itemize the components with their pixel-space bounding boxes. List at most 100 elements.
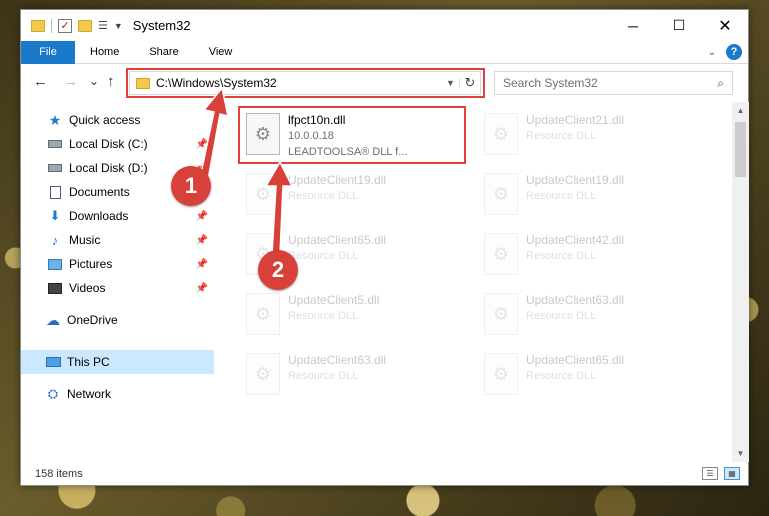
quick-access-toolbar: ✓ ☰ ▼ <box>21 18 123 33</box>
up-button[interactable]: ↑ <box>107 73 115 90</box>
sidebar-item-network[interactable]: ⛭ Network <box>21 382 214 406</box>
tab-share[interactable]: Share <box>134 41 193 64</box>
file-tile[interactable]: ⚙ UpdateClient19.dll Resource DLL <box>474 166 704 222</box>
file-name: UpdateClient19.dll <box>288 173 387 187</box>
status-bar: 158 items ☰ ▦ <box>21 462 748 486</box>
file-name: UpdateClient5.dll <box>288 293 380 307</box>
window-controls: ─ ☐ ✕ <box>610 10 748 41</box>
tiles-view-icon[interactable]: ▦ <box>724 467 740 480</box>
sidebar-item-pictures[interactable]: Pictures 📌 <box>21 252 214 276</box>
dll-gear-icon: ⚙ <box>246 293 280 335</box>
file-description: Resource DLL <box>288 370 359 382</box>
dll-gear-icon: ⚙ <box>484 353 518 395</box>
forward-button[interactable]: → <box>63 73 78 90</box>
customize-toolbar-arrow-icon[interactable]: ▼ <box>114 21 123 31</box>
refresh-icon[interactable]: ↻ <box>460 75 480 91</box>
new-folder-icon[interactable] <box>78 19 92 32</box>
onedrive-icon: ☁ <box>46 311 60 328</box>
sidebar-item-label: This PC <box>67 355 110 369</box>
sidebar-item-onedrive[interactable]: ☁ OneDrive <box>21 308 214 332</box>
file-tile[interactable]: ⚙ UpdateClient19.dll Resource DLL <box>236 166 466 222</box>
file-tile[interactable]: ⚙ UpdateClient42.dll Resource DLL <box>474 226 704 282</box>
documents-icon <box>47 185 63 199</box>
sidebar-item-downloads[interactable]: ⬇ Downloads 📌 <box>21 204 214 228</box>
sidebar-item-videos[interactable]: Videos 📌 <box>21 276 214 300</box>
window-title: System32 <box>132 18 191 33</box>
tab-home[interactable]: Home <box>75 41 134 64</box>
dll-gear-icon: ⚙ <box>484 293 518 335</box>
file-name: UpdateClient21.dll <box>526 113 625 127</box>
title-bar: ✓ ☰ ▼ System32 ─ ☐ ✕ <box>21 10 748 41</box>
file-tile[interactable]: ⚙ UpdateClient63.dll Resource DLL <box>474 286 704 342</box>
scroll-thumb[interactable] <box>735 122 746 177</box>
file-name: UpdateClient65.dll <box>288 233 387 247</box>
file-description: Resource DLL <box>288 190 359 202</box>
ribbon-tabs: File Home Share View ⌄ ? <box>21 40 748 64</box>
file-description: Resource DLL <box>526 370 597 382</box>
file-description: LEADTOOLSA® DLL f... <box>288 146 408 158</box>
address-bar[interactable]: C:\Windows\System32 ▼ ↻ <box>129 71 481 95</box>
pin-icon[interactable]: 📌 <box>196 259 208 270</box>
address-dropdown-icon[interactable]: ▼ <box>442 78 460 88</box>
sidebar-item-this-pc[interactable]: This PC <box>21 350 214 374</box>
address-path[interactable]: C:\Windows\System32 <box>156 76 442 90</box>
pc-icon <box>45 355 61 369</box>
expand-ribbon-chevron-icon[interactable]: ⌄ <box>708 47 716 58</box>
dll-gear-icon: ⚙ <box>246 173 280 215</box>
minimize-button[interactable]: ─ <box>610 10 656 41</box>
sidebar-item-quick-access[interactable]: ★ Quick access <box>21 108 214 132</box>
file-name: UpdateClient42.dll <box>526 233 625 247</box>
drive-icon <box>47 161 63 175</box>
file-name: UpdateClient65.dll <box>526 353 625 367</box>
file-tile[interactable]: ⚙ UpdateClient63.dll Resource DLL <box>236 346 466 402</box>
sidebar-item-label: Music <box>69 233 101 247</box>
sidebar-item-label: Downloads <box>69 209 129 223</box>
file-tile[interactable]: ⚙ UpdateClient21.dll Resource DLL <box>474 106 704 162</box>
file-description: Resource DLL <box>288 250 359 262</box>
help-icon[interactable]: ? <box>726 44 742 60</box>
recent-locations-button[interactable]: ⌄ <box>89 74 99 88</box>
scroll-up-arrow-icon[interactable]: ▲ <box>732 102 749 119</box>
sidebar-item-label: Local Disk (C:) <box>69 137 148 151</box>
file-tile[interactable]: ⚙ UpdateClient5.dll Resource DLL <box>236 286 466 342</box>
file-description: Resource DLL <box>288 310 359 322</box>
file-name: UpdateClient63.dll <box>288 353 387 367</box>
dll-gear-icon: ⚙ <box>484 173 518 215</box>
maximize-button[interactable]: ☐ <box>656 10 702 41</box>
pin-icon[interactable]: 📌 <box>196 139 208 150</box>
ribbon-right-controls: ⌄ ? <box>708 44 742 60</box>
dll-gear-icon: ⚙ <box>246 353 280 395</box>
network-icon: ⛭ <box>47 386 59 401</box>
file-tile[interactable]: ⚙ UpdateClient65.dll Resource DLL <box>474 346 704 402</box>
tab-file[interactable]: File <box>21 40 75 64</box>
dll-gear-icon: ⚙ <box>484 233 518 275</box>
dll-gear-icon: ⚙ <box>484 113 518 155</box>
details-view-icon[interactable]: ☰ <box>702 467 718 480</box>
pictures-icon <box>47 257 63 271</box>
back-button[interactable]: ← <box>33 73 48 90</box>
folder-icon <box>136 77 150 89</box>
properties-check-icon[interactable]: ✓ <box>58 18 72 33</box>
navigation-bar: ← → ⌄ ↑ C:\Windows\System32 ▼ ↻ Search S… <box>21 68 748 98</box>
step-1-badge: 1 <box>171 166 211 206</box>
tab-view[interactable]: View <box>194 41 248 64</box>
sidebar-item-label: Videos <box>69 281 106 295</box>
properties-list-icon[interactable]: ☰ <box>98 19 108 32</box>
close-button[interactable]: ✕ <box>702 10 748 41</box>
scroll-down-arrow-icon[interactable]: ▼ <box>732 445 749 462</box>
file-description: Resource DLL <box>526 250 597 262</box>
pin-icon[interactable]: 📌 <box>196 235 208 246</box>
vertical-scrollbar[interactable]: ▲ ▼ <box>732 102 749 462</box>
file-tile-lfpct10n[interactable]: ⚙ lfpct10n.dll 10.0.0.18 LEADTOOLSA® DLL… <box>236 106 466 162</box>
file-name: UpdateClient63.dll <box>526 293 625 307</box>
pin-icon[interactable]: 📌 <box>196 283 208 294</box>
sidebar-item-label: OneDrive <box>67 313 118 327</box>
sidebar-item-music[interactable]: ♪ Music 📌 <box>21 228 214 252</box>
search-placeholder: Search System32 <box>503 76 598 90</box>
download-icon: ⬇ <box>49 208 61 223</box>
star-icon: ★ <box>48 111 62 128</box>
sidebar-item-local-disk-c[interactable]: Local Disk (C:) 📌 <box>21 132 214 156</box>
file-list: ⚙ lfpct10n.dll 10.0.0.18 LEADTOOLSA® DLL… <box>234 102 731 462</box>
search-input[interactable]: Search System32 ⌕ <box>494 71 733 95</box>
pin-icon[interactable]: 📌 <box>196 211 208 222</box>
